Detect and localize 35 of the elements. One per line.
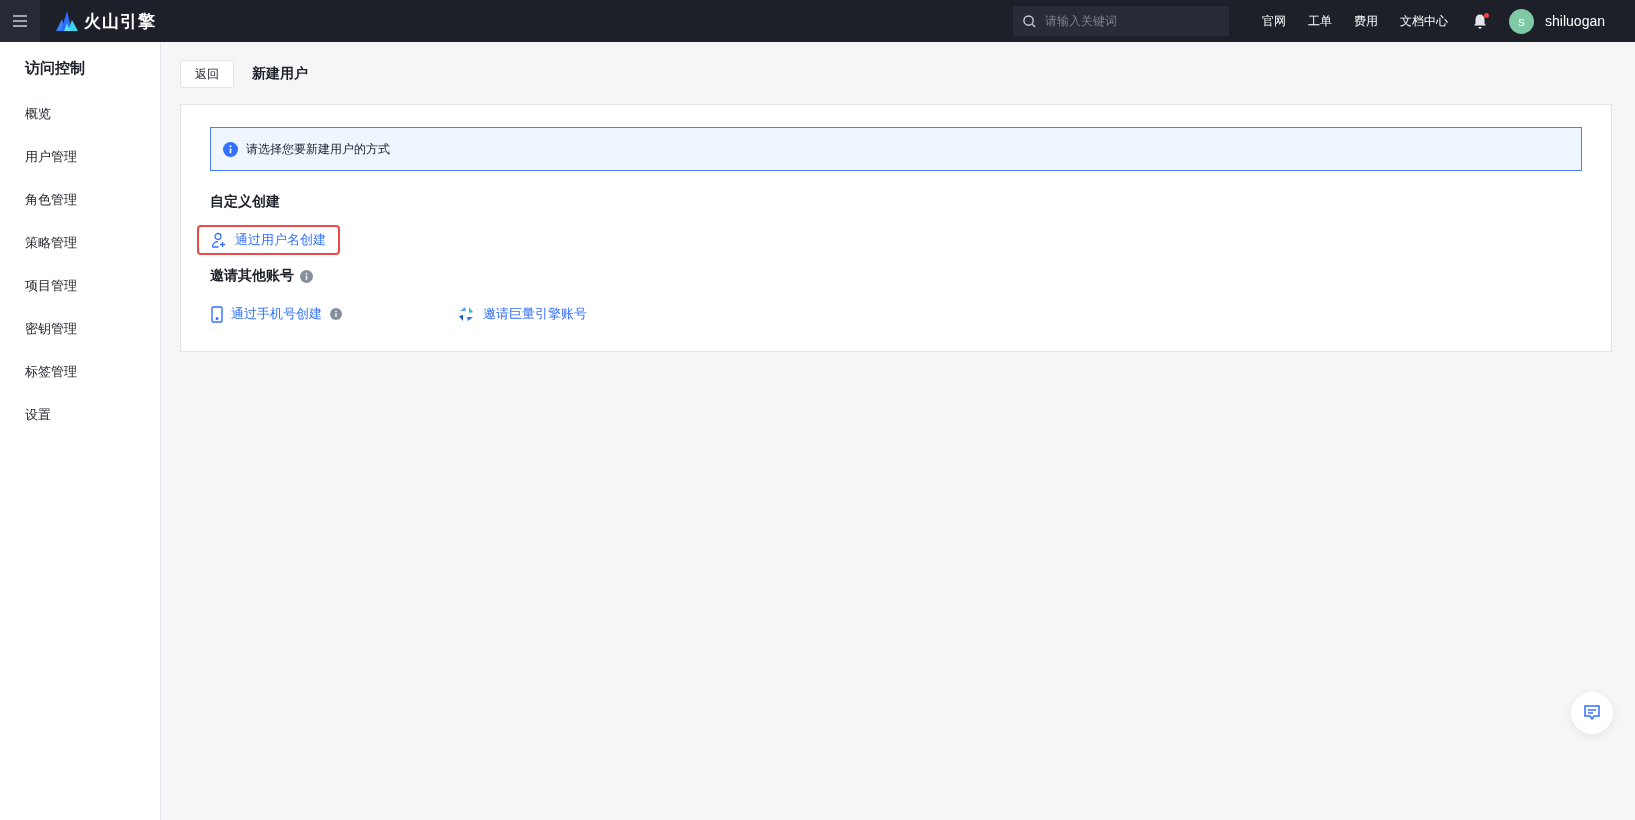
user-plus-icon: [211, 232, 227, 248]
menu-icon: [13, 15, 27, 27]
sidebar-item[interactable]: 项目管理: [0, 264, 160, 307]
banner-text: 请选择您要新建用户的方式: [246, 140, 390, 158]
sidebar-item[interactable]: 标签管理: [0, 350, 160, 393]
create-option-link[interactable]: 通过手机号创建: [231, 305, 322, 323]
create-option-link[interactable]: 邀请巨量引擎账号: [483, 305, 587, 323]
section-title: 自定义创建: [210, 193, 280, 211]
sidebar-item[interactable]: 用户管理: [0, 135, 160, 178]
section-title: 邀请其他账号: [210, 267, 294, 285]
sidebar-item[interactable]: 概览: [0, 92, 160, 135]
swirl-logo-icon: [457, 305, 475, 323]
create-option-link[interactable]: 通过用户名创建: [235, 231, 326, 249]
phone-icon: [211, 305, 223, 323]
info-icon: [223, 141, 238, 157]
sidebar-item[interactable]: 角色管理: [0, 178, 160, 221]
chat-icon: [1583, 704, 1601, 722]
sidebar-item[interactable]: 设置: [0, 393, 160, 436]
logo-text: 火山引擎: [84, 10, 156, 33]
sidebar-item[interactable]: 密钥管理: [0, 307, 160, 350]
sidebar-item[interactable]: 策略管理: [0, 221, 160, 264]
nav-link[interactable]: 官网: [1262, 12, 1287, 30]
menu-button[interactable]: [0, 0, 40, 42]
bell-icon[interactable]: [1473, 13, 1488, 29]
nav-link[interactable]: 工单: [1308, 12, 1333, 30]
nav-link[interactable]: 费用: [1354, 12, 1379, 30]
search-field[interactable]: 请输入关键词: [1013, 6, 1230, 36]
mountain-logo-icon: [56, 11, 78, 31]
back-button[interactable]: 返回: [180, 60, 234, 88]
page-title: 新建用户: [252, 65, 308, 83]
nav-link[interactable]: 文档中心: [1400, 12, 1449, 30]
sidebar-title: 访问控制: [23, 57, 86, 78]
user-name[interactable]: shiluogan: [1545, 13, 1605, 29]
feedback-button[interactable]: [1571, 692, 1613, 734]
search-icon: [1023, 15, 1037, 28]
